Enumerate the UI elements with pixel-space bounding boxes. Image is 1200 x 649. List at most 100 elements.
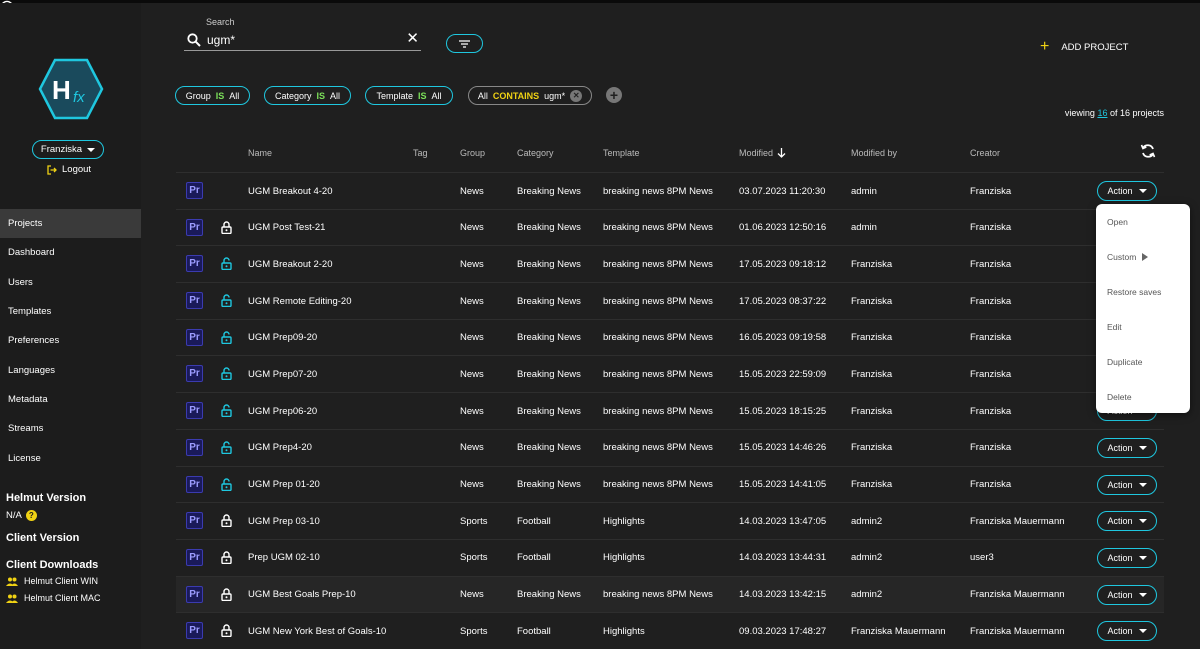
action-button[interactable]: Action xyxy=(1097,547,1157,568)
table-row[interactable]: Pr UGM Prep06-20 News Breaking News breaking… xyxy=(176,393,1164,430)
cell-group: Sports xyxy=(460,625,488,637)
cell-group: News xyxy=(460,405,484,417)
search-input[interactable] xyxy=(207,32,397,47)
table-row[interactable]: Pr UGM Best Goals Prep-10 News Breaking New… xyxy=(176,576,1164,614)
action-button-label: Action xyxy=(1107,589,1133,600)
table-row[interactable]: Pr UGM Prep09-20 News Breaking News breaking… xyxy=(176,320,1164,357)
table-row[interactable]: Pr UGM Breakout 2-20 News Breaking News brea… xyxy=(176,246,1164,284)
remove-filter-icon[interactable]: ✕ xyxy=(570,89,583,102)
table-row[interactable]: Pr UGM Prep 01-20 News Breaking News breakin… xyxy=(176,467,1164,504)
cell-creator: Franziska xyxy=(970,332,1012,344)
table-row[interactable]: Pr UGM Remote Editing-20 News Breaking News… xyxy=(176,283,1164,320)
table-row[interactable]: Pr UGM Post Test-21 News Breaking News break… xyxy=(176,210,1164,247)
add-filter-icon[interactable]: + xyxy=(606,87,622,103)
chevron-down-icon xyxy=(1138,445,1147,450)
logout-link[interactable]: Logout xyxy=(47,164,91,175)
sidebar-item-projects[interactable]: Projects xyxy=(0,209,141,239)
svg-text:fx: fx xyxy=(73,89,85,106)
cell-name: UGM Breakout 4-20 xyxy=(248,185,333,197)
sidebar-item-users[interactable]: Users xyxy=(0,268,141,297)
cell-creator: Franziska xyxy=(970,185,1012,197)
svg-text:H: H xyxy=(52,75,71,105)
sidebar-item-preferences[interactable]: Preferences xyxy=(0,326,141,355)
cell-template: breaking news 8PM News xyxy=(603,222,713,234)
column-modified[interactable]: Modified xyxy=(739,148,786,158)
action-button[interactable]: Action xyxy=(1097,474,1157,495)
cell-template: breaking news 8PM News xyxy=(603,185,713,197)
viewing-count-link[interactable]: 16 xyxy=(1097,108,1107,118)
table-row[interactable]: Pr UGM New York Best of Goals-10 Sports Foo… xyxy=(176,613,1164,649)
column-template[interactable]: Template xyxy=(603,148,640,158)
table-row[interactable]: Pr Prep UGM 02-10 Sports Football Highlights… xyxy=(176,540,1164,577)
search-box: ✕ xyxy=(184,29,421,51)
cell-name: UGM Remote Editing-20 xyxy=(248,295,352,307)
filter-field: Group xyxy=(185,90,211,101)
menu-item-custom[interactable]: Custom xyxy=(1096,239,1190,274)
column-tag[interactable]: Tag xyxy=(413,148,428,158)
cell-group: News xyxy=(460,295,484,307)
filter-menu-button[interactable] xyxy=(446,34,483,53)
help-icon[interactable]: ? xyxy=(25,510,37,521)
plus-icon: + xyxy=(1040,38,1050,55)
menu-item-delete[interactable]: Delete xyxy=(1096,379,1190,414)
table-row[interactable]: Pr UGM Prep07-20 News Breaking News breaking… xyxy=(176,356,1164,394)
premiere-pro-icon: Pr xyxy=(186,255,203,273)
menu-item-open[interactable]: Open xyxy=(1096,204,1190,239)
filter-lines-icon xyxy=(459,39,470,48)
refresh-icon[interactable] xyxy=(1140,143,1156,159)
premiere-pro-icon: Pr xyxy=(186,402,203,420)
cell-name: UGM Post Test-21 xyxy=(248,222,326,234)
cell-name: UGM New York Best of Goals-10 xyxy=(248,625,387,637)
sidebar-item-templates[interactable]: Templates xyxy=(0,297,141,326)
cell-group: Sports xyxy=(460,552,488,564)
sidebar-item-metadata[interactable]: Metadata xyxy=(0,385,141,414)
action-button[interactable]: Action xyxy=(1097,511,1157,532)
hfx-logo[interactable]: H fx xyxy=(38,58,104,120)
column-category[interactable]: Category xyxy=(517,148,554,158)
column-group[interactable]: Group xyxy=(460,148,485,158)
column-name[interactable]: Name xyxy=(248,148,272,158)
download-client-win[interactable]: Helmut Client WIN xyxy=(6,576,98,586)
filter-chip-group[interactable]: Group IS All xyxy=(175,86,250,105)
filter-field: Template xyxy=(376,90,413,101)
menu-item-restore-saves[interactable]: Restore saves xyxy=(1096,274,1190,309)
sidebar-item-streams[interactable]: Streams xyxy=(0,414,141,443)
download-client-mac[interactable]: Helmut Client MAC xyxy=(6,593,101,603)
action-button-label: Action xyxy=(1107,516,1133,527)
cell-template: breaking news 8PM News xyxy=(603,405,713,417)
action-button[interactable]: Action xyxy=(1097,584,1157,605)
cell-modified-by: Franziska xyxy=(851,442,893,454)
table-row[interactable]: Pr UGM Breakout 4-20 News Breaking News brea… xyxy=(176,173,1164,210)
sidebar-item-license[interactable]: License xyxy=(0,443,141,472)
user-name: Franziska xyxy=(40,144,83,155)
cell-category: Breaking News xyxy=(517,368,581,380)
cell-name: UGM Prep 03-10 xyxy=(248,515,320,527)
action-button[interactable]: Action xyxy=(1097,181,1157,201)
menu-item-duplicate[interactable]: Duplicate xyxy=(1096,344,1190,379)
filter-chip-all[interactable]: All CONTAINS ugm* ✕ xyxy=(468,86,592,105)
column-creator[interactable]: Creator xyxy=(970,148,1000,158)
sidebar-item-languages[interactable]: Languages xyxy=(0,355,141,384)
action-button[interactable]: Action xyxy=(1097,621,1157,642)
table-row[interactable]: Pr UGM Prep 03-10 Sports Football Highlights… xyxy=(176,503,1164,540)
client-version-title: Client Version xyxy=(6,532,80,544)
filter-chip-category[interactable]: Category IS All xyxy=(264,86,351,105)
add-project-button[interactable]: + ADD PROJECT xyxy=(1040,39,1128,55)
cell-creator: Franziska Mauermann xyxy=(970,589,1065,601)
column-modified-by[interactable]: Modified by xyxy=(851,148,897,158)
action-button[interactable]: Action xyxy=(1097,437,1157,458)
table-row[interactable]: Pr UGM Prep4-20 News Breaking News breaking … xyxy=(176,430,1164,467)
filter-chip-template[interactable]: Template IS All xyxy=(365,86,453,105)
submenu-arrow-icon xyxy=(1142,252,1149,261)
unlock-icon xyxy=(221,441,232,454)
menu-item-edit[interactable]: Edit xyxy=(1096,309,1190,344)
cell-modified: 14.03.2023 13:47:05 xyxy=(739,515,827,527)
cell-template: breaking news 8PM News xyxy=(603,258,713,270)
user-dropdown[interactable]: Franziska xyxy=(32,140,104,159)
arrow-down-icon xyxy=(777,148,786,158)
action-menu: Open Custom Restore saves Edit Duplicate… xyxy=(1096,204,1190,413)
unlock-icon xyxy=(221,404,232,418)
sidebar-item-dashboard[interactable]: Dashboard xyxy=(0,238,141,267)
cell-group: News xyxy=(460,368,484,380)
close-icon[interactable]: ✕ xyxy=(406,31,419,47)
